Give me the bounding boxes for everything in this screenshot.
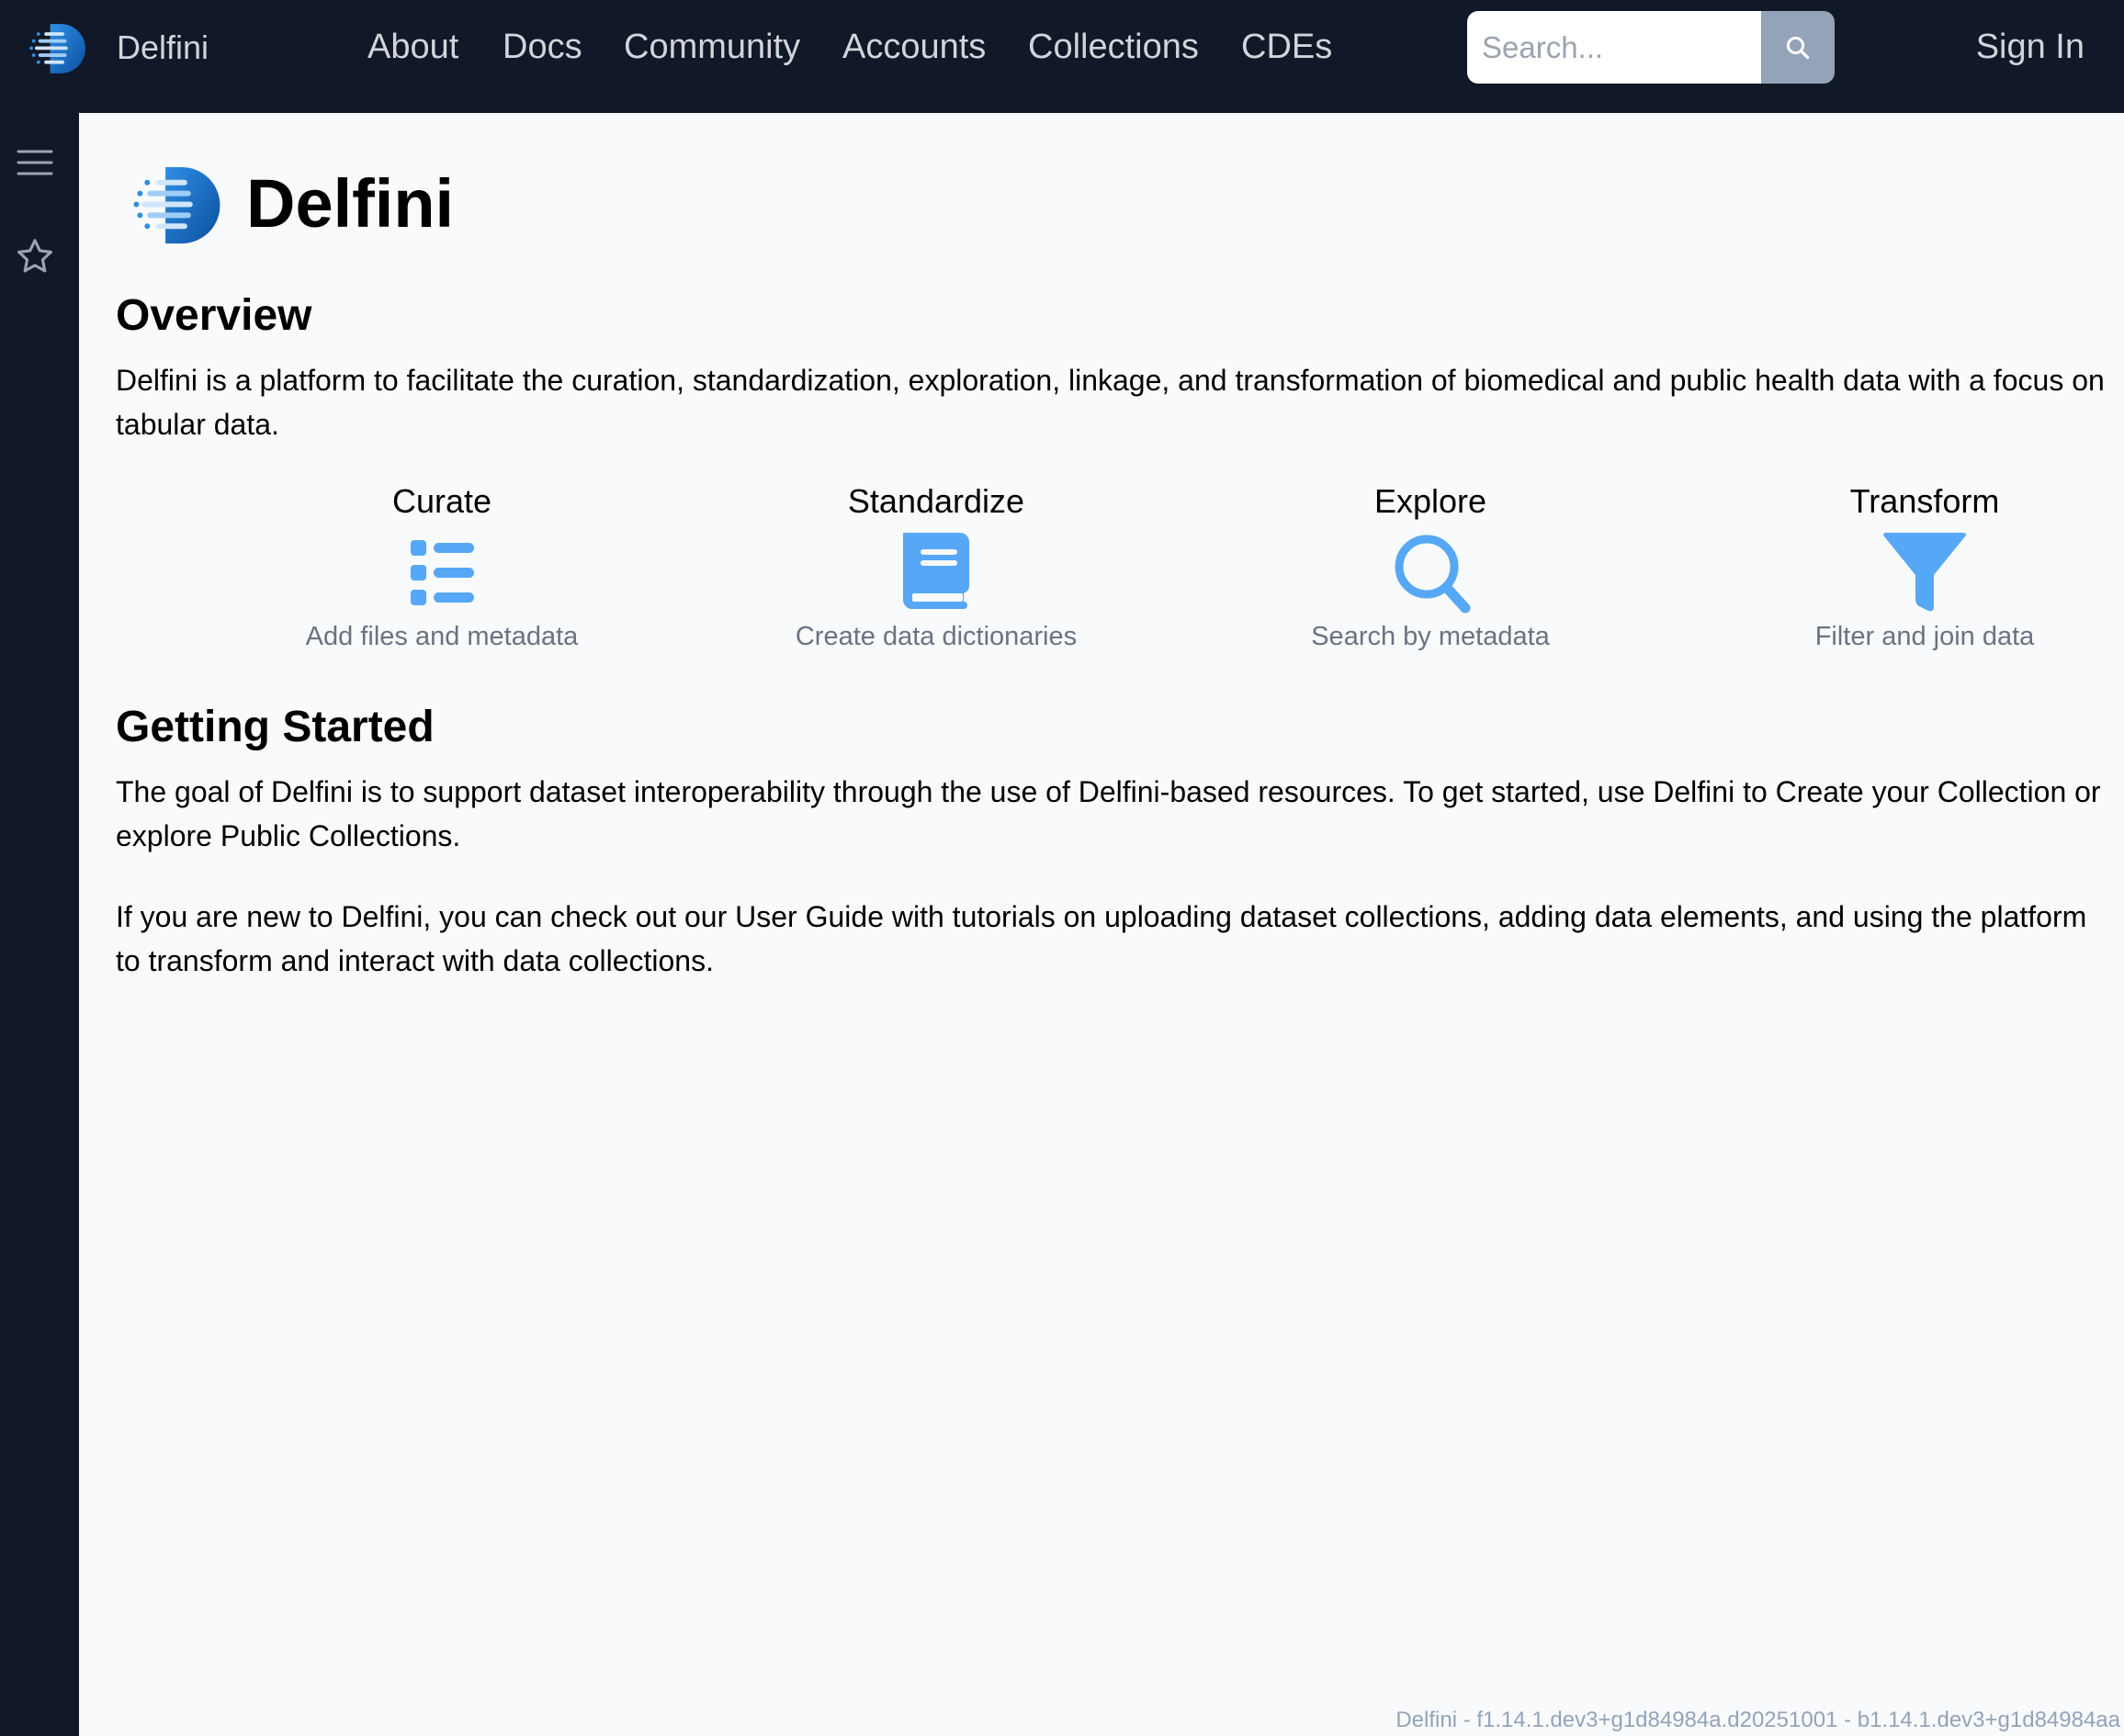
getting-started-heading: Getting Started — [116, 703, 435, 751]
nav-link-cdes[interactable]: CDEs — [1241, 26, 1332, 68]
feature-standardize: Standardize Create data dictionaries — [688, 480, 1184, 655]
feature-description: Create data dictionaries — [795, 622, 1078, 651]
delfini-logo-icon[interactable] — [27, 20, 85, 77]
overview-heading: Overview — [116, 291, 312, 340]
sign-in-link[interactable]: Sign In — [1976, 26, 2084, 68]
sidebar — [0, 113, 79, 1736]
list-icon — [411, 540, 474, 605]
feature-curate: Curate Add files and metadata — [194, 480, 690, 655]
top-navbar: Delfini About Docs Community Accounts Co… — [0, 0, 2124, 113]
nav-link-accounts[interactable]: Accounts — [842, 26, 986, 68]
getting-started-text-1: The goal of Delfini is to support datase… — [116, 775, 2101, 852]
feature-title: Transform — [1849, 482, 2000, 520]
search-button[interactable] — [1761, 11, 1835, 84]
nav-link-community[interactable]: Community — [624, 26, 800, 68]
feature-description: Filter and join data — [1814, 622, 2035, 651]
feature-description: Search by metadata — [1311, 622, 1550, 651]
magnifier-icon — [1395, 535, 1471, 614]
feature-explore: Explore Search by metadata — [1182, 480, 1678, 655]
getting-started-text-2: If you are new to Delfini, you can check… — [116, 900, 2087, 977]
sidebar-menu-button[interactable] — [11, 139, 59, 186]
nav-link-collections[interactable]: Collections — [1028, 26, 1199, 68]
version-footer: Delfini - f1.14.1.dev3+g1d84984a.d202510… — [1395, 1708, 2120, 1732]
main-content: Delfini Overview Delfini is a platform t… — [79, 113, 2124, 1736]
page-title: Delfini — [246, 165, 455, 242]
book-icon — [903, 533, 969, 609]
overview-text: Delfini is a platform to facilitate the … — [116, 364, 2105, 441]
feature-description: Add files and metadata — [305, 622, 579, 651]
feature-title: Standardize — [847, 482, 1025, 520]
search-input[interactable] — [1467, 11, 1761, 84]
star-icon — [17, 239, 52, 273]
feature-transform: Transform Filter and join data — [1677, 480, 2124, 655]
hamburger-menu-icon — [17, 150, 53, 175]
sidebar-favorites-button[interactable] — [11, 232, 59, 280]
feature-title: Curate — [391, 482, 492, 520]
nav-link-about[interactable]: About — [367, 26, 458, 68]
magnifier-icon — [1786, 36, 1810, 59]
funnel-icon — [1883, 533, 1966, 612]
brand-name[interactable]: Delfini — [117, 27, 209, 69]
nav-link-docs[interactable]: Docs — [503, 26, 582, 68]
delfini-logo-icon — [133, 166, 220, 244]
feature-title: Explore — [1373, 482, 1487, 520]
